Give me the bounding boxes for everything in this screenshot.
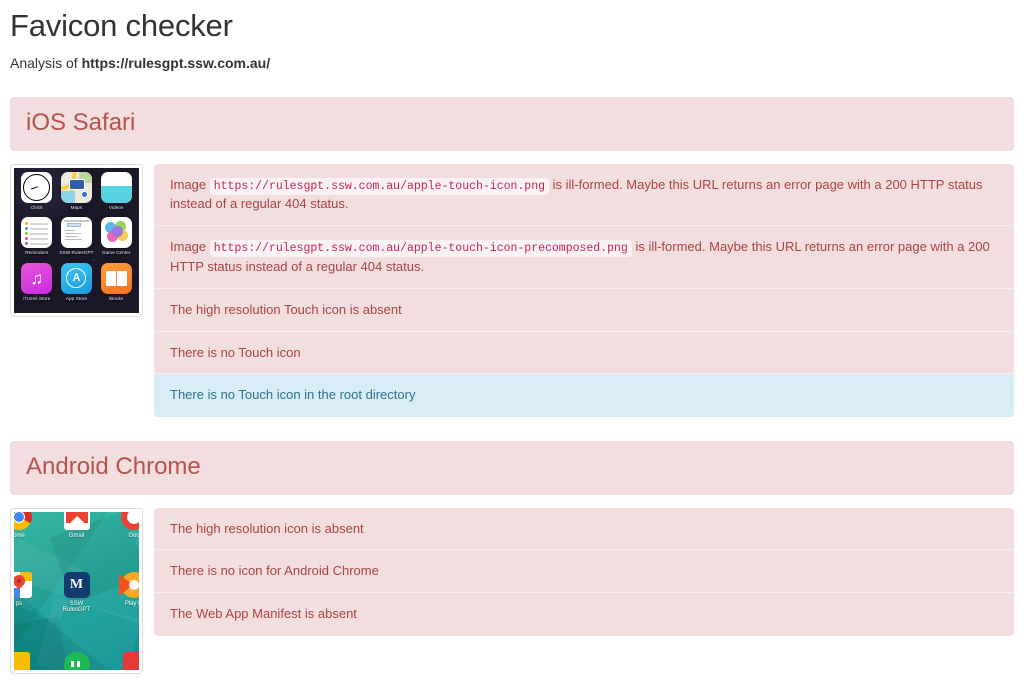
play-music-icon — [119, 571, 139, 598]
ios-app-label: Clock — [30, 204, 43, 210]
ios-app-ibooks: iBooks — [96, 262, 136, 309]
android-chrome-message-list: The high resolution icon is absent There… — [154, 507, 1014, 637]
android-app-label: Gmail — [68, 532, 85, 539]
android-app-partial-yellow — [14, 651, 36, 670]
android-home-screen-preview: ome Gmail Goo ps M SSW RulesGPT Play — [10, 507, 143, 674]
ios-app-ssw-rulesgpt: SSW RulesGPT — [57, 217, 97, 263]
music-note-icon: ♫ — [30, 268, 44, 288]
reminders-icon — [21, 217, 53, 249]
android-app-label: ps — [15, 600, 23, 607]
list-item: Image https://rulesgpt.ssw.com.au/apple-… — [154, 163, 1014, 227]
google-icon — [121, 511, 139, 530]
maps-icon — [60, 171, 92, 203]
list-item: There is no icon for Android Chrome — [154, 550, 1014, 594]
android-app-label: ome — [14, 532, 25, 539]
page-title: Favicon checker — [10, 8, 233, 43]
android-app-play-music: Play M — [115, 571, 139, 615]
ios-app-itunes-store: ♫ iTunes Store — [17, 262, 57, 309]
list-item: There is no Touch icon — [154, 331, 1014, 375]
android-app-google: Goo — [115, 511, 139, 540]
url-code: https://rulesgpt.ssw.com.au/apple-touch-… — [209, 240, 632, 258]
ios-safari-message-list: Image https://rulesgpt.ssw.com.au/apple-… — [154, 163, 1014, 418]
list-item: Image https://rulesgpt.ssw.com.au/apple-… — [154, 226, 1014, 289]
list-item: There is no Touch icon in the root direc… — [154, 374, 1014, 418]
ssw-glyph: M — [69, 576, 84, 592]
ios-app-maps: Maps — [57, 171, 97, 218]
game-center-icon — [100, 217, 132, 249]
ios-app-clock: Clock — [17, 171, 57, 218]
analysis-line: Analysis of https://rulesgpt.ssw.com.au/ — [10, 54, 1014, 74]
list-item: The Web App Manifest is absent — [154, 593, 1014, 637]
clock-icon — [21, 171, 53, 203]
ssw-rulesgpt-icon: M — [63, 571, 90, 598]
website-screenshot-icon — [60, 217, 92, 249]
message-prefix: Image — [170, 176, 210, 192]
chrome-icon — [14, 511, 32, 530]
maps-icon — [14, 571, 32, 598]
analysis-prefix: Analysis of — [10, 54, 82, 71]
app-icon — [14, 651, 30, 670]
list-item: The high resolution icon is absent — [154, 507, 1014, 551]
ios-app-label: iTunes Store — [23, 295, 51, 301]
url-code: https://rulesgpt.ssw.com.au/apple-touch-… — [209, 177, 550, 195]
app-icon — [123, 651, 139, 670]
list-item: The high resolution Touch icon is absent — [154, 288, 1014, 332]
ios-app-label: Reminders — [25, 250, 49, 256]
panel-body-ios-safari: Clock Maps Videos Reminders SSW RulesGPT… — [10, 163, 1014, 418]
ibooks-icon — [100, 262, 132, 294]
ios-app-game-center: Game Center — [96, 217, 136, 263]
ios-app-label: Videos — [108, 204, 124, 210]
panel-title-android-chrome: Android Chrome — [26, 453, 201, 481]
panel-android-chrome: Android Chrome ome Gmail Goo ps M SSW Ru… — [10, 441, 1014, 674]
android-row-2: ps M SSW RulesGPT Play M — [14, 571, 139, 615]
ios-app-reminders: Reminders — [17, 217, 57, 263]
message-prefix: Image — [170, 239, 210, 255]
panel-title-ios-safari: iOS Safari — [26, 109, 136, 137]
favicon-checker-page: Favicon checker Analysis of https://rule… — [0, 0, 1024, 674]
app-store-glyph: A — [66, 268, 87, 289]
android-app-partial-android — [58, 651, 96, 670]
android-app-label: SSW RulesGPT — [62, 600, 91, 614]
ios-app-app-store: A App Store — [57, 262, 97, 309]
panel-ios-safari: iOS Safari Clock Maps Videos Reminders S… — [10, 97, 1014, 418]
itunes-store-icon: ♫ — [21, 262, 53, 294]
android-robot-icon — [63, 651, 90, 670]
analysed-url: https://rulesgpt.ssw.com.au/ — [81, 54, 271, 71]
android-row-1: ome Gmail Goo — [14, 511, 139, 540]
app-store-icon: A — [60, 262, 92, 294]
android-app-partial-red — [117, 651, 139, 670]
panel-body-android-chrome: ome Gmail Goo ps M SSW RulesGPT Play The… — [10, 507, 1014, 674]
ios-home-screen: Clock Maps Videos Reminders SSW RulesGPT… — [14, 168, 139, 313]
android-app-chrome: ome — [14, 511, 38, 540]
android-home-screen: ome Gmail Goo ps M SSW RulesGPT Play — [14, 511, 139, 670]
ios-screen-inner: Clock Maps Videos Reminders SSW RulesGPT… — [14, 168, 139, 313]
ios-app-label: iBooks — [108, 295, 124, 301]
android-app-gmail: Gmail — [58, 511, 96, 540]
android-app-ssw-rulesgpt: M SSW RulesGPT — [58, 571, 96, 615]
android-screen-inner: ome Gmail Goo ps M SSW RulesGPT Play — [14, 511, 139, 670]
ios-app-label: SSW RulesGPT — [59, 250, 94, 256]
ios-app-label: Game Center — [101, 250, 131, 256]
gmail-icon — [63, 511, 90, 530]
android-row-3 — [14, 651, 139, 670]
videos-icon — [100, 171, 132, 203]
ios-home-screen-preview: Clock Maps Videos Reminders SSW RulesGPT… — [10, 163, 143, 317]
ios-app-label: App Store — [65, 295, 88, 301]
android-app-maps: ps — [14, 571, 38, 615]
ios-app-videos: Videos — [96, 171, 136, 218]
android-app-label: Goo — [128, 532, 139, 539]
android-app-label: Play M — [124, 600, 139, 607]
panel-heading-ios-safari: iOS Safari — [10, 97, 1014, 151]
ios-app-label: Maps — [70, 204, 83, 210]
panel-heading-android-chrome: Android Chrome — [10, 441, 1014, 495]
